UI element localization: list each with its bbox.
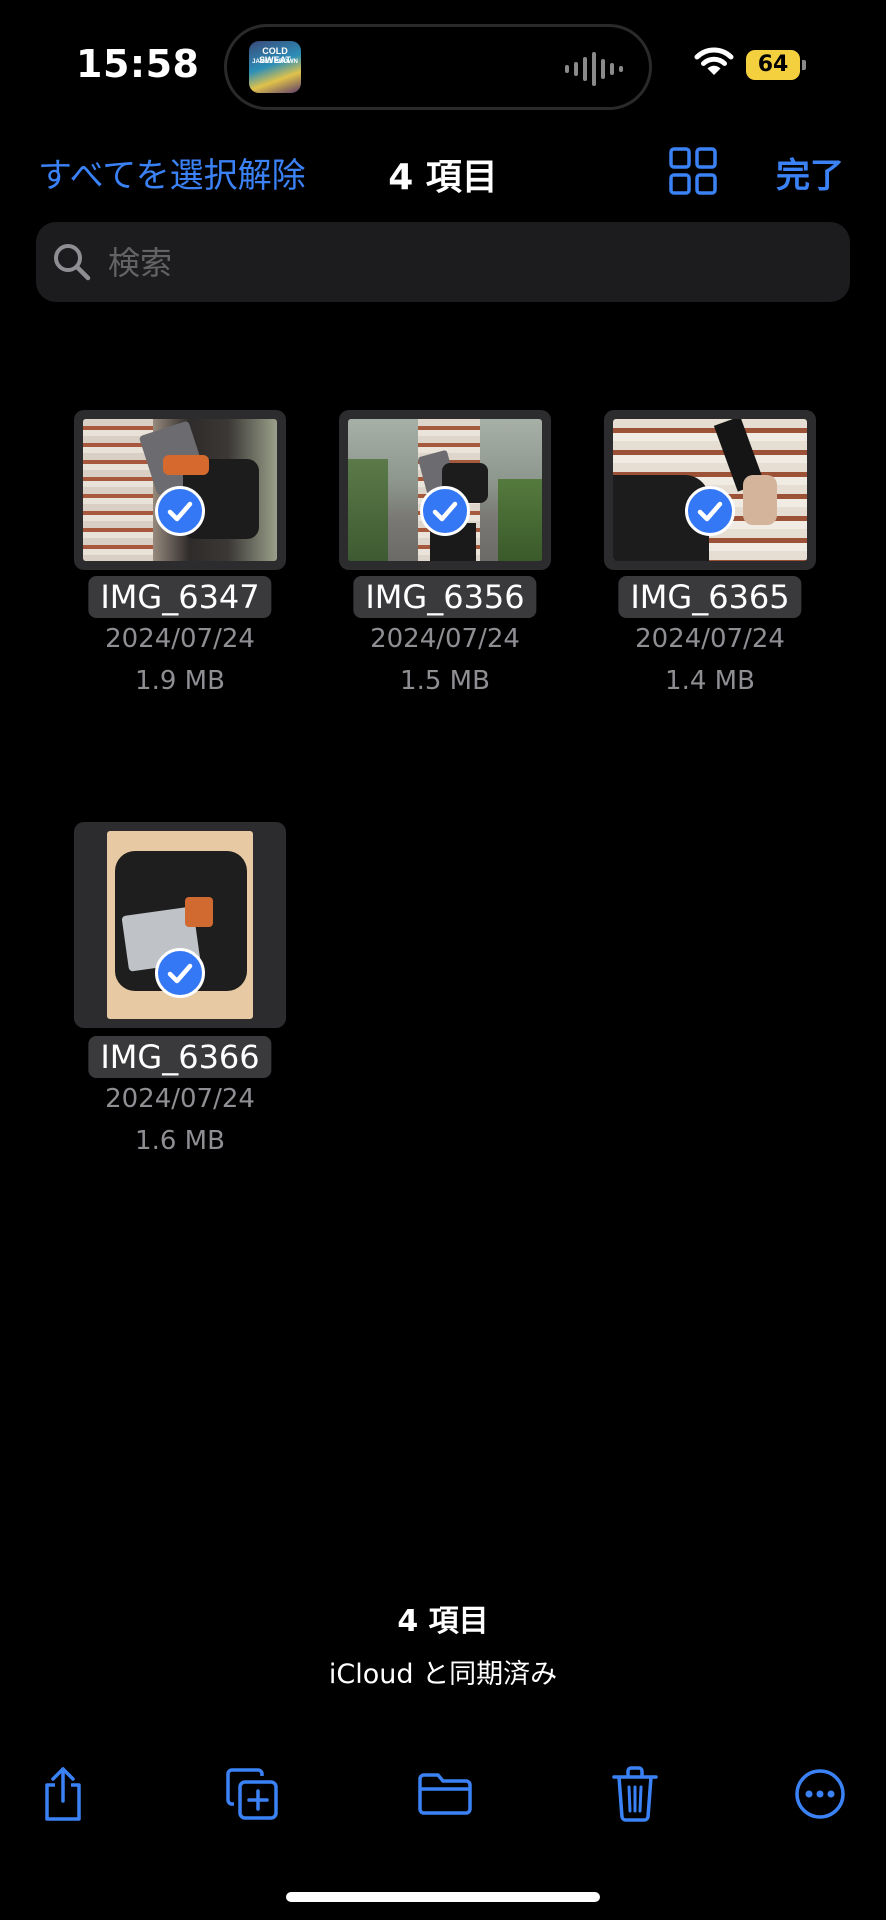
audio-waveform-icon bbox=[565, 51, 623, 87]
file-name[interactable]: IMG_6347 bbox=[88, 576, 272, 618]
folder-icon bbox=[418, 1773, 472, 1815]
delete-button[interactable] bbox=[605, 1764, 665, 1824]
thumbnail-frame[interactable] bbox=[339, 410, 551, 570]
done-button[interactable]: 完了 bbox=[776, 148, 844, 197]
grid-view-icon[interactable] bbox=[668, 146, 718, 196]
share-button[interactable] bbox=[33, 1764, 93, 1824]
battery-tip bbox=[802, 60, 806, 70]
file-date: 2024/07/24 bbox=[635, 624, 785, 654]
selected-check-icon bbox=[155, 948, 205, 998]
file-size: 1.4 MB bbox=[665, 666, 755, 696]
search-bar[interactable] bbox=[36, 222, 850, 302]
battery-level: 64 bbox=[746, 50, 800, 80]
home-indicator[interactable] bbox=[286, 1892, 600, 1902]
now-playing-album-art[interactable]: COLD SWEAT JAMES BROWN bbox=[249, 41, 301, 93]
duplicate-button[interactable] bbox=[222, 1764, 282, 1824]
duplicate-icon bbox=[226, 1768, 278, 1820]
selected-check-icon bbox=[420, 486, 470, 536]
move-to-folder-button[interactable] bbox=[415, 1764, 475, 1824]
more-icon bbox=[795, 1769, 845, 1819]
file-name[interactable]: IMG_6365 bbox=[618, 576, 802, 618]
file-date: 2024/07/24 bbox=[105, 1084, 255, 1114]
item-count: 4 項目 bbox=[397, 1604, 489, 1639]
selected-check-icon bbox=[155, 486, 205, 536]
dynamic-island[interactable]: COLD SWEAT JAMES BROWN bbox=[224, 24, 652, 110]
file-size: 1.5 MB bbox=[400, 666, 490, 696]
file-size: 1.6 MB bbox=[135, 1126, 225, 1156]
trash-icon bbox=[612, 1766, 658, 1822]
more-button[interactable] bbox=[790, 1764, 850, 1824]
file-name[interactable]: IMG_6356 bbox=[353, 576, 537, 618]
thumbnail-frame[interactable] bbox=[74, 822, 286, 1028]
sync-status: iCloud と同期済み bbox=[328, 1659, 558, 1690]
file-date: 2024/07/24 bbox=[370, 624, 520, 654]
album-art-artist: JAMES BROWN bbox=[252, 59, 298, 65]
share-icon bbox=[45, 1767, 81, 1821]
search-icon bbox=[54, 244, 91, 281]
thumbnail-frame[interactable] bbox=[604, 410, 816, 570]
wifi-icon bbox=[694, 47, 734, 75]
file-date: 2024/07/24 bbox=[105, 624, 255, 654]
deselect-all-button[interactable]: すべてを選択解除 bbox=[38, 148, 306, 197]
file-name[interactable]: IMG_6366 bbox=[88, 1036, 272, 1078]
status-time: 15:58 bbox=[76, 42, 200, 86]
thumbnail-frame[interactable] bbox=[74, 410, 286, 570]
search-input[interactable] bbox=[106, 234, 810, 292]
selected-check-icon bbox=[685, 486, 735, 536]
file-size: 1.9 MB bbox=[135, 666, 225, 696]
